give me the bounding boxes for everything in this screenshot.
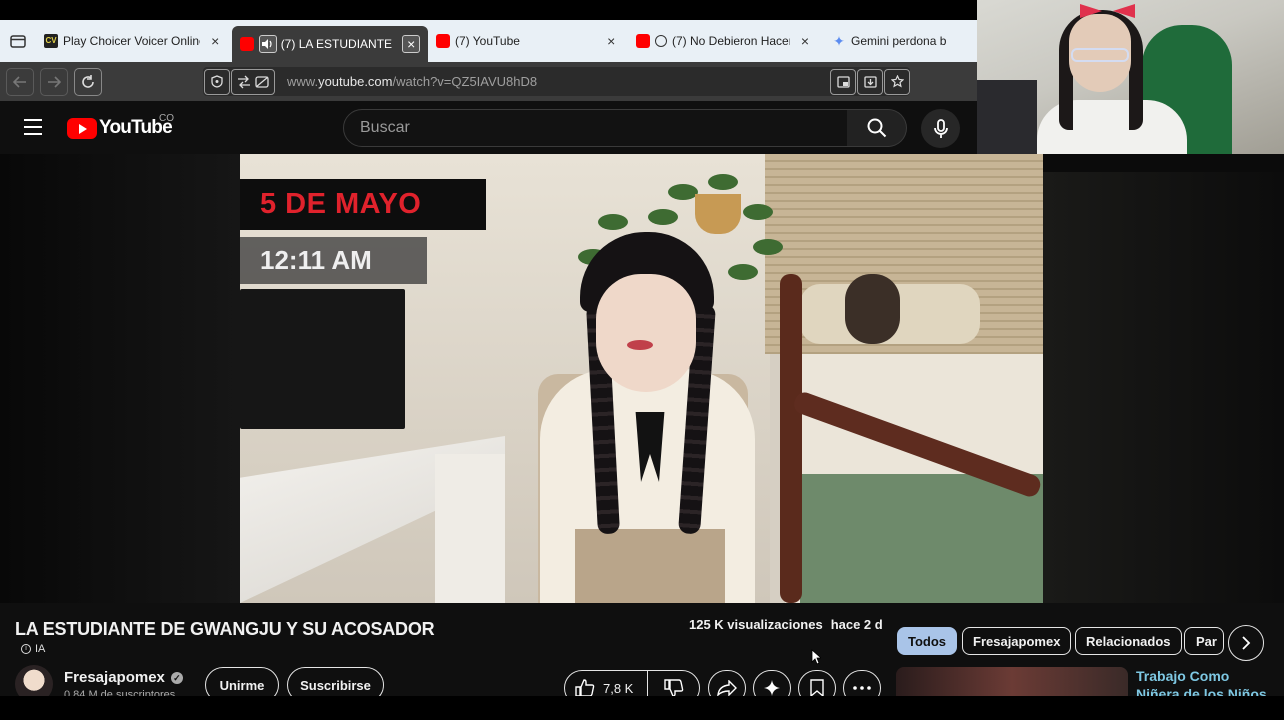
upload-age: hace 2 d (830, 617, 883, 632)
tab-close-icon[interactable]: × (603, 33, 620, 49)
playing-icon (655, 35, 667, 47)
tab-title: (7) No Debieron Hacer E (672, 34, 790, 48)
tab-play-choicer[interactable]: CV Play Choicer Voicer Online F × (36, 20, 232, 62)
view-count: 125 K visualizaciones (689, 617, 823, 632)
info-icon: i (21, 644, 31, 654)
top-black-bar (0, 0, 977, 20)
tab-la-estudiante[interactable]: (7) LA ESTUDIANTE DE × (232, 26, 428, 62)
mouse-cursor-icon (811, 649, 821, 665)
youtube-logo[interactable]: YouTube (67, 117, 173, 139)
more-horizontal-icon (853, 686, 871, 690)
sparkle-icon (764, 680, 780, 696)
tab-no-debieron[interactable]: (7) No Debieron Hacer E × (628, 20, 824, 62)
forward-button[interactable] (40, 67, 68, 96)
youtube-play-icon (67, 117, 97, 139)
bottom-black-bar (0, 696, 1284, 720)
channel-name-link[interactable]: Fresajapomex ✓ (64, 669, 183, 686)
microphone-icon (933, 118, 948, 138)
browser-tab-bar: CV Play Choicer Voicer Online F × (7) LA… (0, 20, 977, 62)
overlay-date-badge: 5 DE MAYO (240, 179, 486, 230)
red-bow-icon (1080, 4, 1135, 18)
search-button[interactable] (847, 109, 907, 147)
tab-title: (7) YouTube (455, 34, 520, 48)
video-info: LA ESTUDIANTE DE GWANGJU Y SU ACOSADOR i… (0, 603, 1284, 720)
youtube-favicon-icon (436, 34, 450, 48)
video-title: LA ESTUDIANTE DE GWANGJU Y SU ACOSADOR (15, 619, 435, 639)
search-input[interactable] (360, 119, 847, 137)
tab-youtube[interactable]: (7) YouTube × (428, 20, 628, 62)
tab-close-icon[interactable]: × (206, 33, 224, 49)
chip-fresajapomex[interactable]: Fresajapomex (962, 627, 1072, 655)
chip-todos[interactable]: Todos (897, 627, 958, 655)
reload-button[interactable] (74, 67, 102, 96)
thumbs-down-icon (663, 679, 683, 697)
browser-toolbar: www.youtube.com/watch?v=QZ5IAVU8hD8 (0, 62, 977, 101)
tab-close-icon[interactable]: × (402, 35, 421, 53)
speaker-icon[interactable] (259, 35, 277, 53)
download-icon[interactable] (857, 68, 883, 95)
video-stats: 125 K visualizaciones hace 2 d (689, 617, 883, 632)
youtube-favicon-icon (240, 37, 254, 51)
chevron-right-icon (1242, 636, 1251, 650)
search-icon (867, 118, 886, 138)
country-code: CO (159, 113, 174, 124)
reload-icon (82, 74, 94, 88)
chip-partial[interactable]: Par (1184, 627, 1224, 655)
tab-title: (7) LA ESTUDIANTE DE (280, 37, 397, 51)
url-text[interactable]: www.youtube.com/watch?v=QZ5IAVU8hD8 (287, 74, 829, 89)
bookmark-icon (810, 679, 824, 697)
share-icon (717, 680, 737, 696)
arrow-right-icon (48, 75, 61, 88)
overlay-time-badge: 12:11 AM (240, 237, 427, 284)
tab-title: Play Choicer Voicer Online F (63, 34, 200, 48)
shield-icon[interactable] (204, 68, 230, 95)
video-frame[interactable]: 5 DE MAYO 12:11 AM (240, 154, 1043, 603)
tab-close-icon[interactable]: × (796, 33, 814, 49)
ai-label[interactable]: i IA (21, 643, 45, 655)
chips-next-button[interactable] (1228, 625, 1264, 661)
tab-list-icon[interactable] (0, 20, 36, 62)
thumbs-up-icon (575, 679, 595, 697)
channel-name: Fresajapomex (64, 669, 165, 686)
youtube-header: YouTube CO (0, 101, 977, 154)
screen: CV Play Choicer Voicer Online F × (7) LA… (0, 0, 1284, 720)
tracker-settings-icon[interactable] (231, 68, 275, 95)
video-player[interactable]: 5 DE MAYO 12:11 AM (0, 154, 1284, 603)
hamburger-menu-icon[interactable] (24, 119, 42, 135)
back-button[interactable] (6, 67, 34, 96)
address-bar[interactable]: www.youtube.com/watch?v=QZ5IAVU8hD8 (203, 67, 910, 96)
overlay-date: 5 DE MAYO (260, 188, 422, 220)
arrow-left-icon (13, 75, 26, 88)
search-box[interactable] (343, 109, 848, 147)
tab-title: Gemini perdona bue (851, 34, 946, 48)
bookmark-star-icon[interactable] (884, 68, 910, 95)
picture-in-picture-icon[interactable] (830, 68, 856, 95)
gemini-favicon-icon: ✦ (833, 33, 845, 49)
chip-relacionados[interactable]: Relacionados (1075, 627, 1182, 655)
cv-favicon-icon: CV (44, 34, 58, 48)
voice-search-button[interactable] (921, 109, 960, 148)
verified-check-icon: ✓ (170, 671, 183, 684)
webcam-overlay (977, 0, 1284, 172)
youtube-favicon-icon (636, 34, 650, 48)
tab-gemini[interactable]: ✦ Gemini perdona bue (824, 20, 954, 62)
overlay-time: 12:11 AM (260, 245, 372, 275)
like-count: 7,8 K (603, 680, 634, 696)
